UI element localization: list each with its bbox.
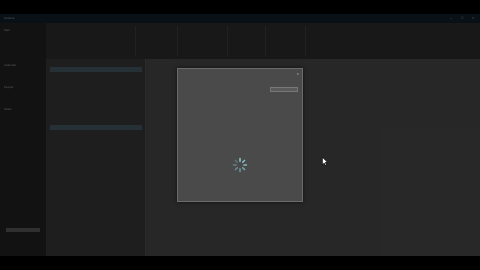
spinner-icon [232,157,248,173]
mouse-pointer-icon [322,157,328,166]
loading-dialog: × [177,68,303,202]
dialog-action-button[interactable] [270,87,298,92]
close-icon[interactable]: × [297,71,299,76]
